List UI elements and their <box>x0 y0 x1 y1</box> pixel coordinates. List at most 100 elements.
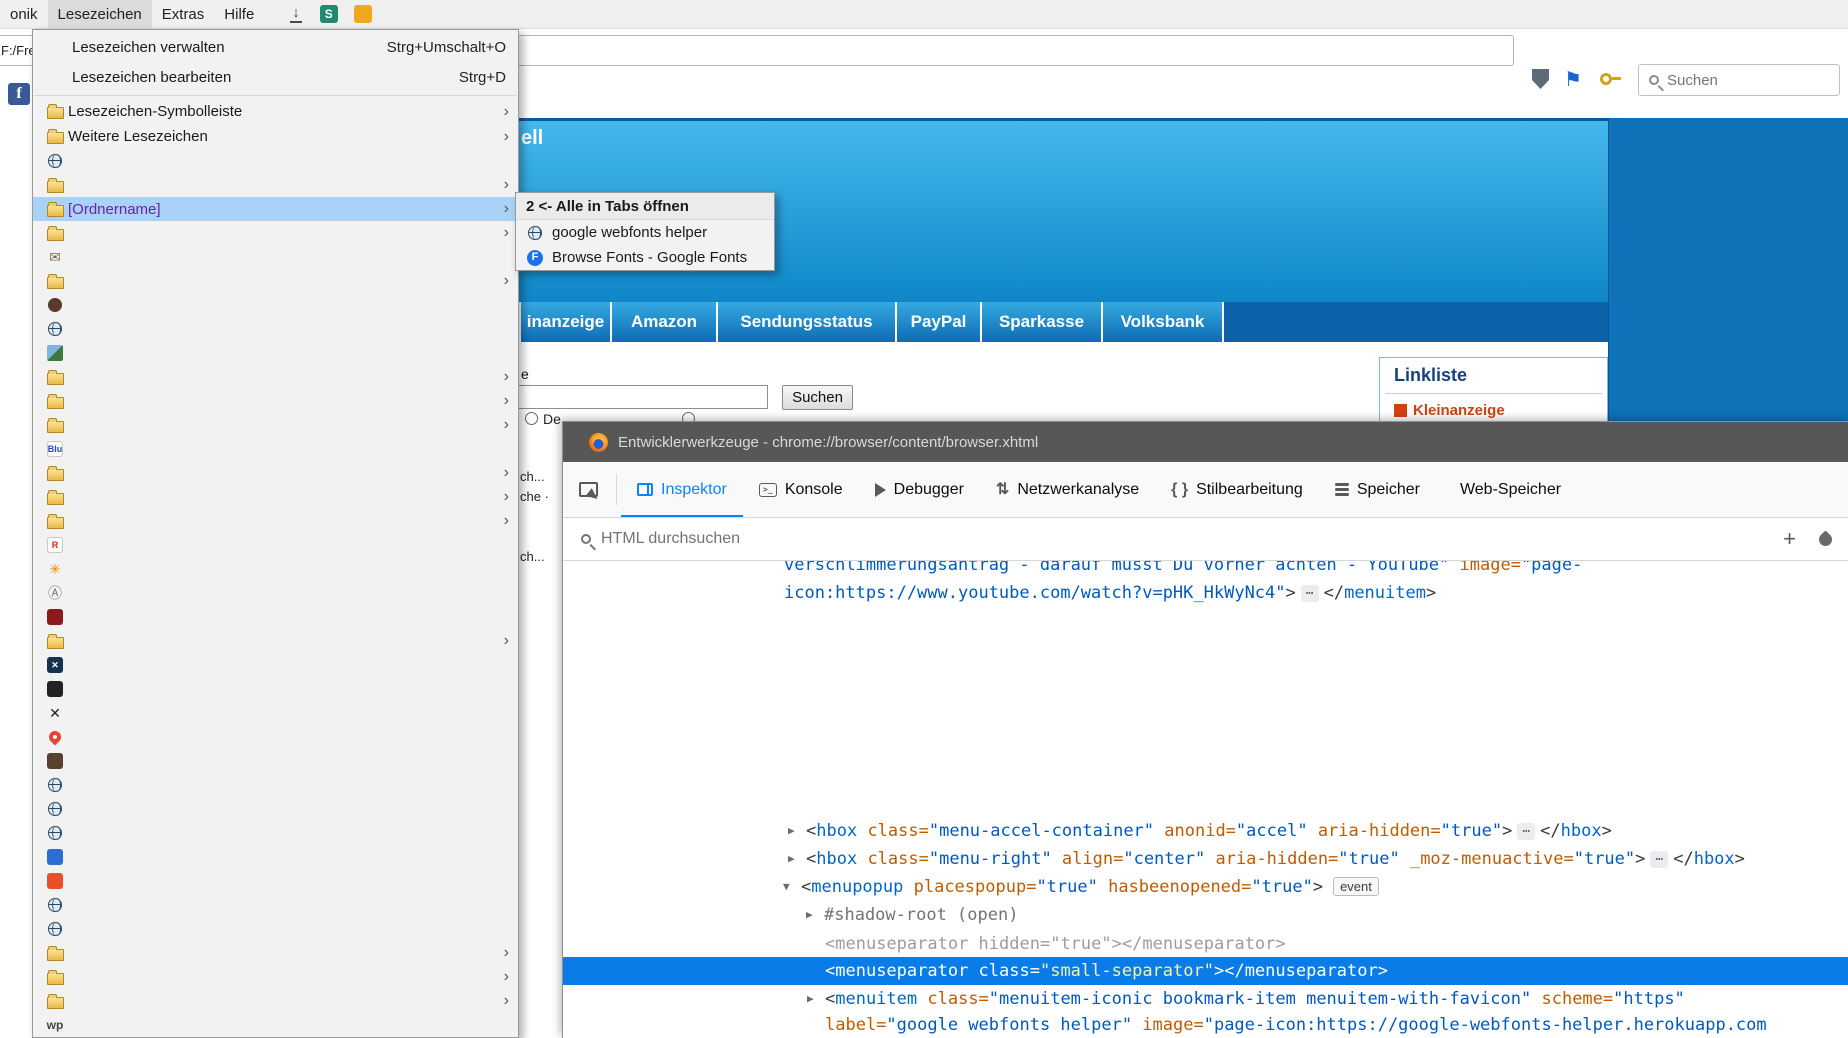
expand-badge[interactable]: ⋯ <box>1517 823 1535 840</box>
menubar-item-lesezeichen[interactable]: Lesezeichen <box>48 0 152 28</box>
bookmark-menu-item[interactable]: ✉ <box>33 245 518 269</box>
bookmark-menu-item[interactable]: › <box>33 221 518 245</box>
extension-icon-1[interactable]: S <box>320 5 338 23</box>
bookmark-menu-item[interactable]: ✕ <box>33 701 518 725</box>
code-line[interactable]: ▶<hbox class="menu-right" align="center"… <box>563 845 1848 873</box>
bookmark-menu-item[interactable] <box>33 677 518 701</box>
devtools-tab-inspektor[interactable]: Inspektor <box>621 462 743 517</box>
code-line[interactable]: label="google webfonts helper" image="pa… <box>563 1011 1848 1038</box>
bookmark-menu-item[interactable]: › <box>33 941 518 965</box>
devtools-tab-web-speicher[interactable]: Web-Speicher <box>1436 462 1577 517</box>
bookmark-menu-item[interactable]: › <box>33 989 518 1013</box>
linklist-item[interactable]: Kleinanzeige <box>1394 402 1607 419</box>
facebook-icon[interactable]: f <box>8 83 30 105</box>
bookmark-menu-item[interactable]: › <box>33 485 518 509</box>
bookmark-menu-item[interactable] <box>33 773 518 797</box>
bookmark-menu-item[interactable] <box>33 821 518 845</box>
code-line[interactable]: ▶<hbox class="menu-accel-container" anon… <box>563 817 1848 845</box>
bookmark-menu-item[interactable]: › <box>33 629 518 653</box>
browser-search-input[interactable] <box>1667 72 1817 89</box>
menu-item-icon <box>42 154 68 168</box>
bookmark-menu-item[interactable] <box>33 149 518 173</box>
nav-tab-inanzeige[interactable]: inanzeige <box>519 302 612 342</box>
bookmark-menu-item[interactable]: › <box>33 389 518 413</box>
code-line[interactable]: ▶#shadow-root (open) <box>563 901 1848 929</box>
menu-item-lesezeichen-symbolleiste[interactable]: Lesezeichen-Symbolleiste› <box>33 99 518 124</box>
twisty-icon[interactable]: ▶ <box>788 845 795 873</box>
bookmark-menu-item[interactable] <box>33 893 518 917</box>
nav-tab-sendungsstatus[interactable]: Sendungsstatus <box>718 302 897 342</box>
twisty-icon[interactable]: ▶ <box>806 901 813 929</box>
devtools-tab-speicher[interactable]: Speicher <box>1319 462 1436 517</box>
nav-tab-paypal[interactable]: PayPal <box>897 302 982 342</box>
code-line[interactable]: <menuseparator hidden="true"></menusepar… <box>563 930 1848 958</box>
menu-item-ordnername[interactable]: [Ordnername]› <box>33 197 518 221</box>
bookmark-menu-item[interactable]: › <box>33 461 518 485</box>
nav-tab-sparkasse[interactable]: Sparkasse <box>982 302 1103 342</box>
browser-search-box[interactable] <box>1638 64 1840 96</box>
bookmark-flag-icon[interactable]: ⚑ <box>1564 67 1582 92</box>
bookmark-menu-item[interactable]: R <box>33 533 518 557</box>
eyedropper-icon[interactable] <box>1816 530 1834 548</box>
menu-item-lesezeichen-verwalten[interactable]: Lesezeichen verwaltenStrg+Umschalt+O <box>33 32 518 62</box>
menubar-item-onik[interactable]: onik <box>0 0 48 28</box>
bookmark-menu-item[interactable] <box>33 605 518 629</box>
pick-element-button[interactable] <box>563 462 612 517</box>
page-search-input[interactable] <box>515 385 768 409</box>
page-search-button[interactable]: Suchen <box>782 385 853 410</box>
menu-item-weitere-lesezeichen[interactable]: Weitere Lesezeichen› <box>33 124 518 149</box>
bookmark-menu-item[interactable]: Ⓐ <box>33 581 518 605</box>
devtools-tab-debugger[interactable]: Debugger <box>859 462 980 517</box>
code-line[interactable]: ▶<menuitem class="menuitem-iconic bookma… <box>563 985 1848 1013</box>
html-search-input[interactable] <box>601 530 1760 548</box>
bookmark-menu-item[interactable]: › <box>33 509 518 533</box>
element: "page- <box>1521 561 1582 575</box>
bookmark-menu-item[interactable] <box>33 749 518 773</box>
bookmark-menu-item[interactable] <box>33 725 518 749</box>
twisty-icon[interactable]: ▶ <box>788 817 795 845</box>
nav-tab-volksbank[interactable]: Volksbank <box>1103 302 1224 342</box>
bookmark-menu-item[interactable]: Blu <box>33 437 518 461</box>
devtools-titlebar[interactable]: Entwicklerwerkzeuge - chrome://browser/c… <box>563 422 1848 462</box>
expand-badge[interactable]: ⋯ <box>1650 851 1668 868</box>
bookmark-menu-item[interactable] <box>33 797 518 821</box>
bookmark-menu-item[interactable]: › <box>33 965 518 989</box>
bookmark-menu-item[interactable]: › <box>33 413 518 437</box>
bookmark-menu-item[interactable]: ✳ <box>33 557 518 581</box>
bookmark-menu-item[interactable]: wp <box>33 1013 518 1037</box>
bookmark-menu-item[interactable] <box>33 341 518 365</box>
twisty-icon[interactable]: ▼ <box>783 873 790 901</box>
nav-tab-amazon[interactable]: Amazon <box>612 302 718 342</box>
twisty-icon[interactable]: ▶ <box>807 985 814 1013</box>
devtools-tab-konsole[interactable]: >_Konsole <box>743 462 859 517</box>
event-badge[interactable]: event <box>1333 877 1379 896</box>
menubar-item-hilfe[interactable]: Hilfe <box>214 0 264 28</box>
bookmark-menu-item[interactable]: ✕ <box>33 653 518 677</box>
create-node-icon[interactable]: + <box>1783 528 1796 550</box>
bookmark-menu-item[interactable] <box>33 317 518 341</box>
code-line[interactable]: icon:https://www.youtube.com/watch?v=pHK… <box>563 579 1848 607</box>
key-icon[interactable] <box>1600 73 1622 86</box>
bookmark-menu-item[interactable]: › <box>33 269 518 293</box>
code-line[interactable]: <menuseparator class="small-separator"><… <box>563 957 1848 985</box>
bookmark-menu-item[interactable] <box>33 845 518 869</box>
radio-button-1[interactable] <box>525 412 538 425</box>
menubar-item-extras[interactable]: Extras <box>152 0 215 28</box>
bookmark-menu-item[interactable]: › <box>33 365 518 389</box>
submenu-item-google-webfonts-helper[interactable]: google webfonts helper <box>516 220 774 245</box>
submenu-item-2-alle-in-tabs-öffnen[interactable]: 2 <- Alle in Tabs öffnen <box>516 193 774 220</box>
menu-item-lesezeichen-bearbeiten[interactable]: Lesezeichen bearbeitenStrg+D <box>33 62 518 92</box>
devtools-tab-stilbearbeitung[interactable]: { }Stilbearbeitung <box>1155 462 1319 517</box>
devtools-tab-netzwerkanalyse[interactable]: ⇅Netzwerkanalyse <box>980 462 1155 517</box>
download-icon[interactable]: ↓ <box>290 6 302 23</box>
code-line[interactable]: verschlimmerungsantrag - darauf musst Du… <box>563 561 1848 579</box>
menu-item-label: Browse Fonts - Google Fonts <box>552 249 747 266</box>
code-line[interactable]: ▼<menupopup placespopup="true" hasbeenop… <box>563 873 1848 901</box>
bookmark-menu-item[interactable] <box>33 917 518 941</box>
bookmark-menu-item[interactable] <box>33 869 518 893</box>
extension-icon-2[interactable] <box>354 5 372 23</box>
submenu-item-browse-fonts-google-fonts[interactable]: FBrowse Fonts - Google Fonts <box>516 245 774 270</box>
expand-badge[interactable]: ⋯ <box>1301 585 1319 602</box>
bookmark-menu-item[interactable]: › <box>33 173 518 197</box>
bookmark-menu-item[interactable] <box>33 293 518 317</box>
